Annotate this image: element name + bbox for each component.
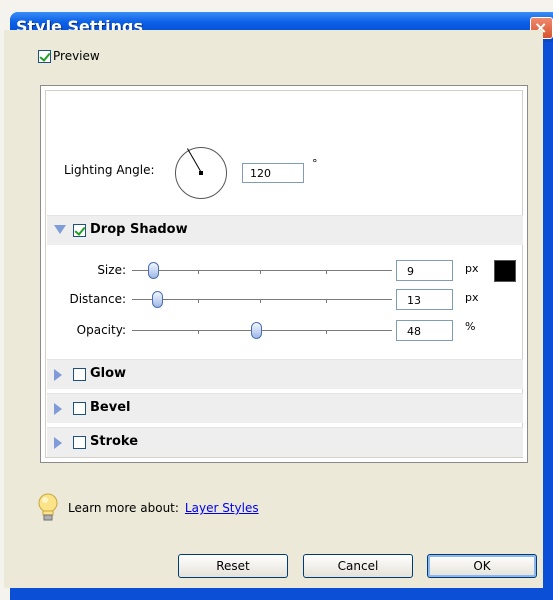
cancel-button[interactable]: Cancel xyxy=(303,554,413,578)
size-tick xyxy=(260,270,261,274)
section-bevel[interactable]: Bevel xyxy=(47,393,523,423)
dial-center xyxy=(199,171,203,175)
size-slider-track[interactable] xyxy=(132,270,392,271)
size-slider-thumb[interactable] xyxy=(148,262,159,279)
size-input[interactable]: 9 xyxy=(396,260,453,281)
settings-panel: Lighting Angle: 120 ° Drop Shadow Size: … xyxy=(40,85,528,463)
distance-tick xyxy=(326,299,327,303)
triangle-right-icon[interactable] xyxy=(54,403,62,415)
glow-checkbox[interactable] xyxy=(73,368,86,381)
glow-label: Glow xyxy=(90,366,127,381)
lightbulb-icon xyxy=(38,493,58,521)
layer-styles-link[interactable]: Layer Styles xyxy=(185,501,259,515)
lighting-angle-label: Lighting Angle: xyxy=(64,163,155,177)
dial-needle xyxy=(187,148,202,173)
distance-tick xyxy=(260,299,261,303)
size-tick xyxy=(326,270,327,274)
distance-unit: px xyxy=(465,291,479,304)
opacity-slider-track[interactable] xyxy=(132,330,392,331)
distance-label: Distance: xyxy=(69,292,126,306)
learn-more-text: Learn more about: xyxy=(68,501,179,515)
distance-tick xyxy=(198,299,199,303)
lighting-angle-dial[interactable] xyxy=(175,147,227,199)
lighting-angle-input[interactable]: 120 xyxy=(242,163,304,183)
distance-slider-track[interactable] xyxy=(132,299,392,300)
preview-checkbox[interactable] xyxy=(38,50,51,63)
bevel-checkbox[interactable] xyxy=(73,402,86,415)
settings-panel-inner: Lighting Angle: 120 ° Drop Shadow Size: … xyxy=(45,90,523,458)
learn-more-row: Learn more about: Layer Styles xyxy=(68,501,259,515)
stroke-checkbox[interactable] xyxy=(73,436,86,449)
triangle-right-icon[interactable] xyxy=(54,369,62,381)
shadow-color-swatch[interactable] xyxy=(494,260,516,282)
distance-input[interactable]: 13 xyxy=(396,289,453,310)
drop-shadow-label: Drop Shadow xyxy=(90,222,188,237)
opacity-slider-thumb[interactable] xyxy=(251,322,262,339)
opacity-tick xyxy=(198,330,199,334)
stroke-label: Stroke xyxy=(90,434,139,449)
size-unit: px xyxy=(465,262,479,275)
opacity-input[interactable]: 48 xyxy=(396,320,453,341)
degree-symbol: ° xyxy=(312,157,318,170)
section-drop-shadow[interactable]: Drop Shadow xyxy=(47,215,523,245)
preview-label: Preview xyxy=(53,49,100,63)
opacity-tick xyxy=(326,330,327,334)
drop-shadow-checkbox[interactable] xyxy=(73,224,86,237)
ok-button[interactable]: OK xyxy=(427,554,537,578)
distance-slider-thumb[interactable] xyxy=(152,291,163,308)
size-tick xyxy=(198,270,199,274)
section-glow[interactable]: Glow xyxy=(47,359,523,389)
reset-button[interactable]: Reset xyxy=(178,554,288,578)
triangle-down-icon[interactable] xyxy=(54,225,66,234)
bevel-label: Bevel xyxy=(90,400,131,415)
opacity-unit: % xyxy=(465,320,476,333)
section-stroke[interactable]: Stroke xyxy=(47,427,523,457)
opacity-label: Opacity: xyxy=(76,323,126,337)
triangle-right-icon[interactable] xyxy=(54,437,62,449)
size-label: Size: xyxy=(97,263,126,277)
